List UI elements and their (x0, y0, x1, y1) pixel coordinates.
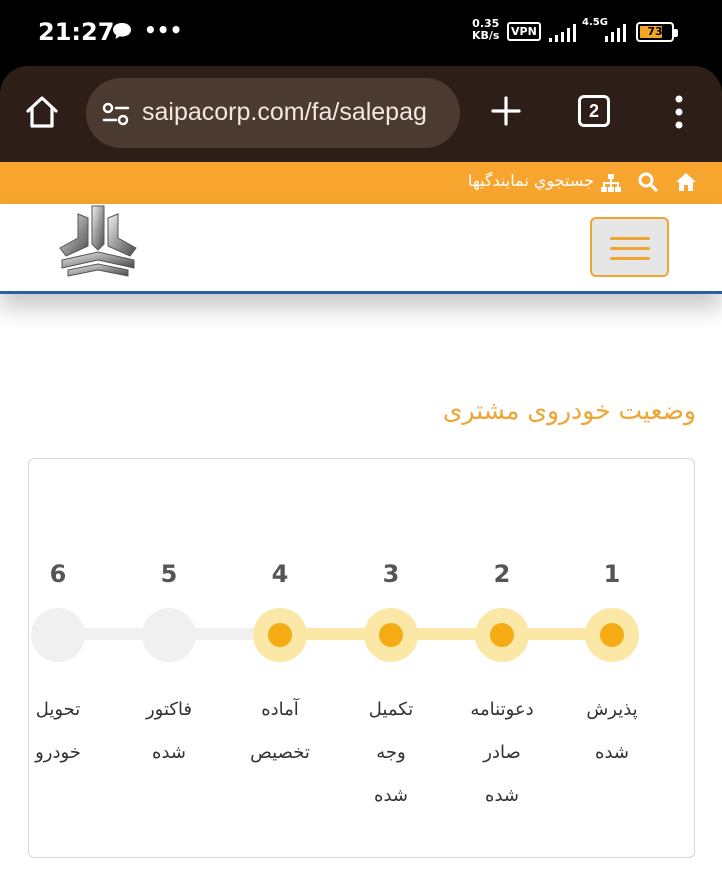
hamburger-icon (610, 237, 650, 240)
step-label: دعوتنامه صادر شده (447, 688, 557, 817)
step-label: آماده تخصیص (225, 688, 335, 774)
step-label: تکمیل وجه شده (336, 688, 446, 817)
battery-level: 73 (647, 25, 663, 38)
step-label-line: خودرو (35, 742, 81, 763)
page-title: وضعیت خودروی مشتری (442, 396, 696, 425)
url-text[interactable]: saipacorp.com/fa/salepag (142, 98, 427, 127)
step-label-line: تحویل (35, 699, 81, 720)
more-vert-icon[interactable] (668, 94, 690, 130)
signal-strength-2-icon (605, 24, 626, 42)
step-label-line: وجه (376, 742, 406, 763)
step-number: 3 (382, 560, 400, 588)
status-bar: 21:27 ••• 0.35 KB/s VPN 4.5G 73 (0, 0, 722, 66)
site-topbar: جستجوي نمايندگيها (0, 162, 722, 204)
step-label-line: تکمیل (368, 699, 414, 720)
step-number: 2 (493, 560, 511, 588)
site-header (0, 204, 722, 294)
step-label-line: شده (374, 785, 408, 806)
saipa-logo[interactable] (56, 204, 140, 280)
step-label-line: آماده (261, 699, 299, 720)
address-bar[interactable]: saipacorp.com/fa/salepag (86, 78, 460, 148)
step-complete-marker (364, 608, 418, 662)
network-speed: 0.35 KB/s (472, 18, 499, 42)
step-label: فاکتور شده (114, 688, 224, 774)
step-label-line: تخصیص (250, 742, 310, 763)
browser-toolbar: saipacorp.com/fa/salepag 2 (0, 66, 722, 162)
battery-icon: 73 (636, 22, 678, 42)
step-label-line: شده (152, 742, 186, 763)
new-tab-icon[interactable] (489, 94, 523, 128)
step-number: 6 (49, 560, 67, 588)
progress-track-complete (280, 628, 612, 640)
step-label-line: دعوتنامه (470, 699, 534, 720)
step-pending-marker (142, 608, 196, 662)
step-label-line: شده (595, 742, 629, 763)
step-complete-marker (253, 608, 307, 662)
step-number: 1 (603, 560, 621, 588)
site-settings-icon[interactable] (102, 102, 130, 126)
dealer-search-link[interactable]: جستجوي نمايندگيها (468, 171, 594, 190)
vpn-badge: VPN (507, 22, 541, 41)
hamburger-menu-button[interactable] (590, 217, 669, 277)
status-time: 21:27 (38, 18, 115, 46)
step-label-line: شده (485, 785, 519, 806)
chat-bubble-icon (113, 23, 131, 39)
tab-switcher-button[interactable]: 2 (578, 95, 610, 127)
browser-home-icon[interactable] (24, 94, 60, 130)
step-label-line: فاکتور (145, 699, 193, 720)
step-label: تحویل خودرو (3, 688, 113, 774)
signal-strength-icon (549, 24, 576, 42)
network-speed-unit: KB/s (472, 29, 500, 42)
step-number: 4 (271, 560, 289, 588)
step-complete-marker (475, 608, 529, 662)
step-number: 5 (160, 560, 178, 588)
step-label-line: پذیرش (586, 699, 638, 720)
more-notifications-icon: ••• (144, 18, 183, 42)
step-pending-marker (31, 608, 85, 662)
site-search-icon[interactable] (638, 172, 658, 192)
step-label-line: صادر (483, 742, 521, 763)
site-home-icon[interactable] (675, 171, 697, 193)
step-complete-marker (585, 608, 639, 662)
sitemap-icon[interactable] (600, 172, 622, 194)
step-label: پذیرش شده (557, 688, 667, 774)
